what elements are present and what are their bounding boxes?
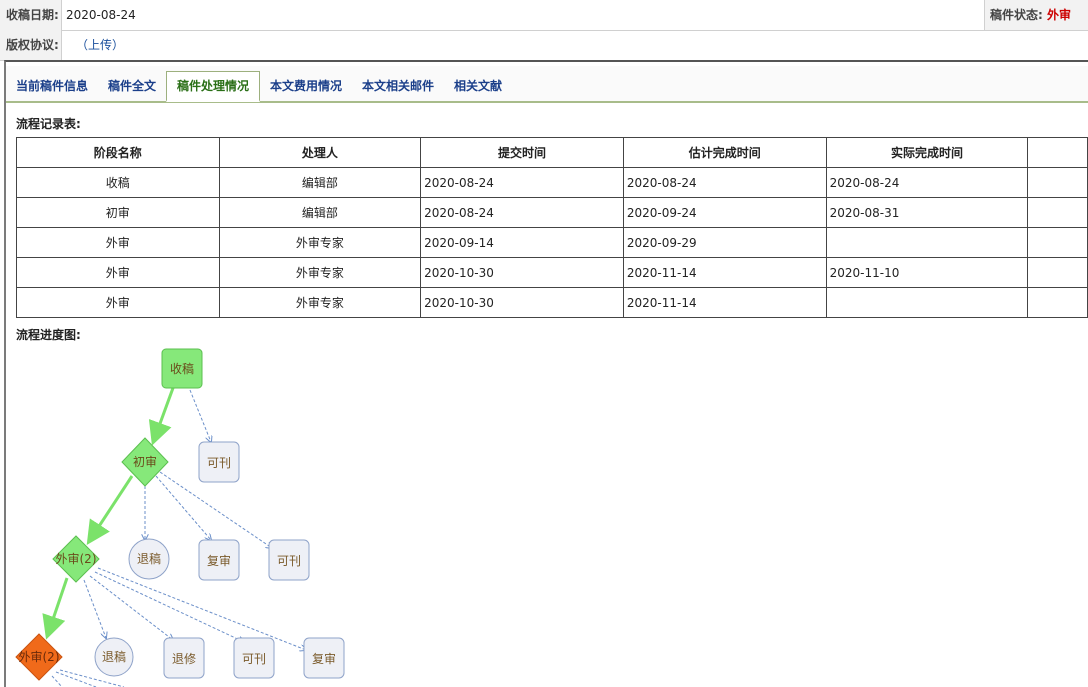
svg-text:初审: 初审 (133, 454, 157, 469)
table-row: 外审 外审专家 2020-09-14 2020-09-29 (16, 227, 1088, 258)
cell-actual: 2020-08-24 (825, 167, 1029, 198)
svg-text:复审: 复审 (312, 651, 336, 666)
cell-actual: 2020-08-31 (825, 197, 1029, 228)
cell-estimated: 2020-11-14 (622, 287, 827, 318)
cell-submit: 2020-08-24 (420, 197, 624, 228)
cell-extra (1027, 257, 1088, 288)
cell-actual: 2020-11-10 (825, 257, 1029, 288)
cell-actual (825, 287, 1029, 318)
svg-text:复审: 复审 (207, 553, 231, 568)
cell-submit: 2020-10-30 (420, 287, 624, 318)
cell-submit: 2020-08-24 (420, 167, 624, 198)
cell-submit: 2020-09-14 (420, 227, 624, 258)
cell-estimated: 2020-08-24 (622, 167, 827, 198)
node-publishable-2: 可刊 (268, 539, 310, 581)
col-estimated-time: 估计完成时间 (622, 137, 827, 168)
manuscript-status: 稿件状态: 外审 (984, 0, 1088, 30)
col-submit-time: 提交时间 (420, 137, 624, 168)
cell-stage: 外审 (16, 257, 220, 288)
svg-text:可刊: 可刊 (242, 652, 266, 666)
tab-fees[interactable]: 本文费用情况 (270, 72, 342, 100)
node-external-review-current: 外审(2) (15, 633, 63, 681)
tab-related-references[interactable]: 相关文献 (454, 72, 502, 100)
cell-submit: 2020-10-30 (420, 257, 624, 288)
table-row: 外审 外审专家 2020-10-30 2020-11-14 (16, 287, 1088, 318)
node-external-review-1: 外审(2) (52, 535, 100, 583)
node-receive: 收稿 (161, 348, 203, 389)
cell-extra (1027, 167, 1088, 198)
cell-stage: 收稿 (16, 167, 220, 198)
svg-text:可刊: 可刊 (207, 456, 231, 470)
svg-text:退稿: 退稿 (137, 551, 161, 566)
svg-text:收稿: 收稿 (170, 361, 194, 376)
table-row: 初审 编辑部 2020-08-24 2020-09-24 2020-08-31 (16, 197, 1088, 228)
cell-handler: 编辑部 (218, 167, 422, 198)
copyright-upload-link[interactable]: （上传） (76, 30, 124, 60)
records-title: 流程记录表: (16, 117, 81, 131)
process-records-table: 阶段名称 处理人 提交时间 估计完成时间 实际完成时间 收稿 编辑部 2020-… (16, 137, 1088, 318)
col-actual-time: 实际完成时间 (825, 137, 1029, 168)
cell-handler: 编辑部 (218, 197, 422, 228)
copyright-row: 版权协议: （上传） (0, 30, 1088, 61)
cell-stage: 初审 (16, 197, 220, 228)
cell-stage: 外审 (16, 287, 220, 318)
cell-extra (1027, 197, 1088, 228)
node-reject-2: 退稿 (94, 637, 134, 677)
svg-text:外审(2): 外审(2) (56, 551, 97, 566)
flow-progress-diagram: 收稿 可刊 初审 外审(2) 退稿 复审 可刊 外审(2) 退稿 退修 可刊 复… (15, 348, 345, 687)
received-date-row: 收稿日期: 2020-08-24 稿件状态: 外审 (0, 0, 1088, 31)
received-date-value: 2020-08-24 (66, 8, 136, 22)
table-row: 收稿 编辑部 2020-08-24 2020-08-24 2020-08-24 (16, 167, 1088, 198)
tab-processing-status[interactable]: 稿件处理情况 (166, 71, 261, 102)
received-date-label: 收稿日期: (0, 0, 62, 30)
node-re-review-1: 复审 (198, 539, 240, 581)
node-publishable-3: 可刊 (233, 637, 275, 679)
svg-text:外审(2): 外审(2) (19, 649, 60, 664)
col-handler: 处理人 (218, 137, 422, 168)
cell-handler: 外审专家 (218, 257, 422, 288)
col-extra (1027, 137, 1088, 168)
node-re-review-2: 复审 (303, 637, 345, 679)
col-stage-name: 阶段名称 (16, 137, 220, 168)
cell-extra (1027, 287, 1088, 318)
status-value: 外审 (1046, 8, 1071, 22)
tab-related-emails[interactable]: 本文相关邮件 (362, 72, 434, 100)
completed-path (42, 387, 175, 640)
cell-estimated: 2020-11-14 (622, 257, 827, 288)
cell-estimated: 2020-09-29 (622, 227, 827, 258)
upload-link-text[interactable]: （上传） (76, 38, 124, 52)
cell-handler: 外审专家 (218, 287, 422, 318)
svg-text:可刊: 可刊 (277, 554, 301, 568)
tab-full-text[interactable]: 稿件全文 (108, 72, 156, 100)
node-publishable-1: 可刊 (198, 441, 240, 483)
node-reject-1: 退稿 (128, 538, 170, 580)
table-header-row: 阶段名称 处理人 提交时间 估计完成时间 实际完成时间 (16, 137, 1088, 168)
svg-text:退修: 退修 (172, 651, 196, 666)
cell-stage: 外审 (16, 227, 220, 258)
cell-handler: 外审专家 (218, 227, 422, 258)
node-revise: 退修 (163, 637, 205, 679)
cell-estimated: 2020-09-24 (622, 197, 827, 228)
svg-text:退稿: 退稿 (102, 649, 126, 664)
cell-actual (825, 227, 1029, 258)
table-row: 外审 外审专家 2020-10-30 2020-11-14 2020-11-10 (16, 257, 1088, 288)
copyright-label: 版权协议: (0, 30, 62, 60)
tab-current-manuscript-info[interactable]: 当前稿件信息 (16, 72, 88, 100)
cell-extra (1027, 227, 1088, 258)
tab-bar: 当前稿件信息 稿件全文 稿件处理情况 本文费用情况 本文相关邮件 相关文献 (6, 66, 1088, 103)
status-label: 稿件状态: (990, 8, 1047, 22)
